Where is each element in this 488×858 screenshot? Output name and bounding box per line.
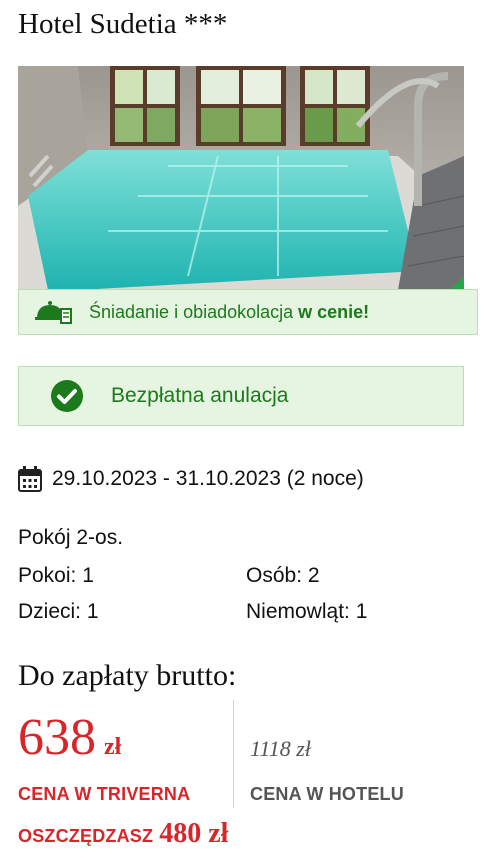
price-divider [233, 700, 234, 808]
calendar-icon [18, 466, 42, 492]
triverna-price: 638 zł [18, 708, 121, 767]
stay-dates-text: 29.10.2023 - 31.10.2023 (2 noce) [52, 467, 364, 490]
price-currency: zł [104, 734, 122, 760]
price-value: 638 [18, 709, 96, 766]
savings-amount: 480 zł [159, 818, 229, 849]
hotel-price: 1118 zł [250, 736, 311, 761]
meal-included-banner: Śniadanie i obiadokolacja w cenie! [18, 289, 478, 335]
savings-label: OSZCZĘDZASZ [18, 826, 154, 846]
meal-banner-text: Śniadanie i obiadokolacja [89, 301, 299, 322]
payment-title: Do zapłaty brutto: [18, 659, 237, 692]
triverna-price-label: CENA W TRIVERNA [18, 784, 191, 804]
free-cancellation-box: Bezpłatna anulacja [18, 366, 464, 426]
cancellation-label: Bezpłatna anulacja [111, 384, 289, 407]
check-circle-icon [51, 380, 83, 412]
hotel-title: Hotel Sudetia *** [18, 8, 228, 40]
infants-count: Niemowląt: 1 [246, 600, 368, 623]
hotel-photo[interactable] [18, 66, 464, 290]
meal-banner-bold: w cenie! [298, 301, 370, 322]
rooms-count: Pokoi: 1 [18, 564, 94, 587]
children-count: Dzieci: 1 [18, 600, 99, 623]
stay-dates: 29.10.2023 - 31.10.2023 (2 noce) [18, 466, 364, 492]
savings-line: OSZCZĘDZASZ 480 zł [18, 818, 228, 850]
persons-count: Osób: 2 [246, 564, 320, 587]
pool-image [18, 66, 464, 290]
room-type: Pokój 2-os. [18, 526, 124, 549]
hotel-price-label: CENA W HOTELU [250, 784, 404, 804]
meal-tray-icon [35, 301, 72, 324]
